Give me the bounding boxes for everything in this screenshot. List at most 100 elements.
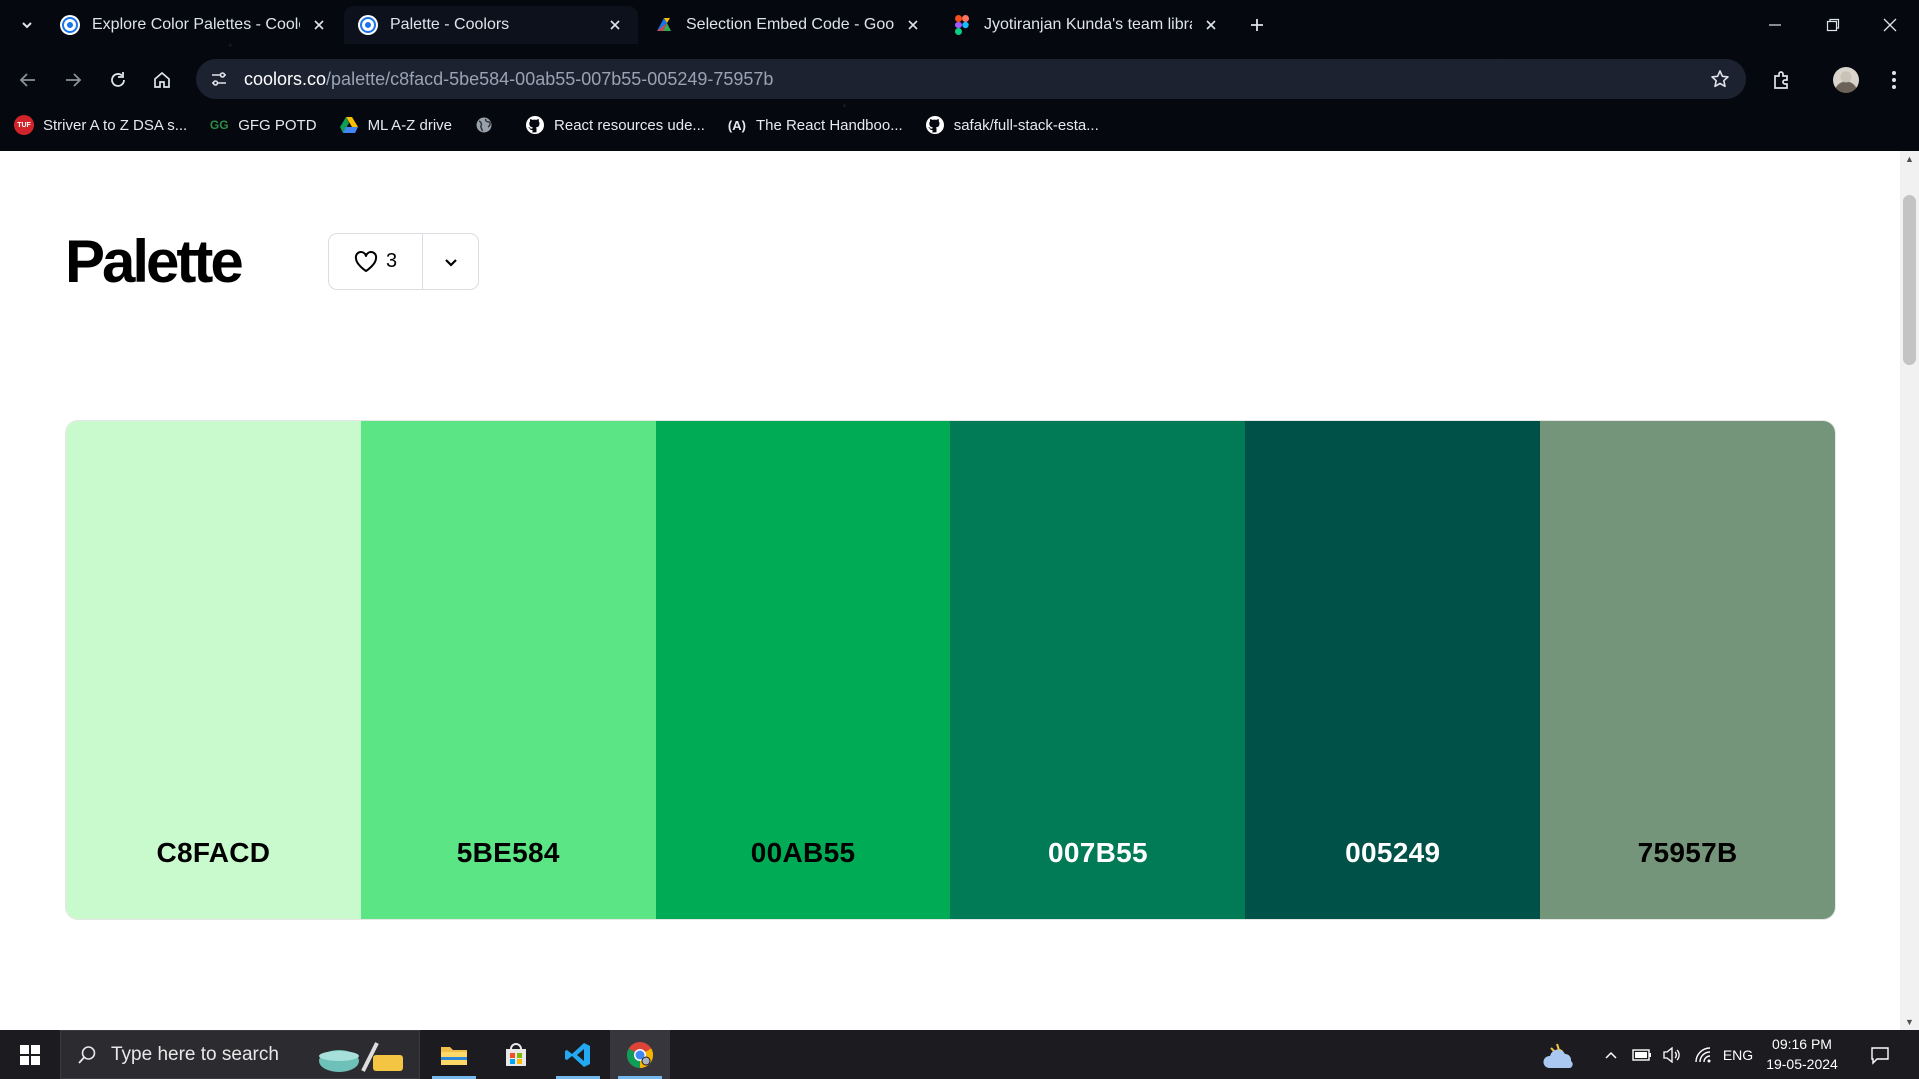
close-icon[interactable] [1202, 16, 1220, 34]
bookmark-star-icon[interactable] [1708, 67, 1732, 91]
tab-explore-palettes[interactable]: Explore Color Palettes - Coolors [46, 6, 342, 44]
swatch-hex-label[interactable]: 75957B [1540, 837, 1835, 869]
palette-actions: 3 [328, 233, 479, 290]
address-bar[interactable]: coolors.co/palette/c8facd-5be584-00ab55-… [196, 59, 1746, 99]
taskbar-search[interactable]: Type here to search [60, 1030, 420, 1079]
close-icon [1883, 18, 1897, 32]
url-path: /palette/c8facd-5be584-00ab55-007b55-005… [326, 68, 774, 89]
color-swatch[interactable]: 5BE584 [360, 421, 656, 919]
browser-chrome: Explore Color Palettes - Coolors Palette… [0, 0, 1919, 151]
back-button[interactable] [14, 66, 42, 94]
github-icon [525, 115, 545, 135]
windows-taskbar: Type here to search ENG 09:16 PM 19-05-2… [0, 1030, 1919, 1079]
swatch-hex-label[interactable]: 00AB55 [656, 837, 951, 869]
color-swatch[interactable]: 00AB55 [655, 421, 951, 919]
bookmark-react-handbook[interactable]: (A) The React Handboo... [727, 115, 903, 135]
bookmark-ml-drive[interactable]: ML A-Z drive [339, 115, 452, 135]
tab-title: Jyotiranjan Kunda's team library [984, 16, 1192, 33]
taskbar-vscode[interactable] [548, 1030, 608, 1079]
page-title: Palette [65, 228, 244, 295]
battery-status[interactable] [1628, 1030, 1656, 1079]
swatch-hex-label[interactable]: C8FACD [66, 837, 361, 869]
notification-icon [1871, 1046, 1889, 1065]
tab-strip: Explore Color Palettes - Coolors Palette… [0, 0, 1919, 50]
minimize-button[interactable] [1746, 0, 1804, 50]
figma-icon [952, 15, 972, 35]
page-content: Palette 3 C8FACD 5BE584 00AB55 007B55 005249… [0, 151, 1900, 1030]
clock-time: 09:16 PM [1772, 1036, 1832, 1052]
browser-toolbar: coolors.co/palette/c8facd-5be584-00ab55-… [0, 54, 1919, 104]
bookmark-safak-fullstack[interactable]: safak/full-stack-esta... [925, 115, 1099, 135]
folder-icon [441, 1046, 467, 1065]
bookmark-striver[interactable]: TUF Striver A to Z DSA s... [14, 115, 187, 135]
google-sites-icon [654, 15, 674, 35]
close-icon[interactable] [904, 16, 922, 34]
site-info-icon[interactable] [206, 66, 232, 92]
swatch-hex-label[interactable]: 005249 [1245, 837, 1540, 869]
bookmark-react-resources[interactable]: React resources ude... [525, 115, 705, 135]
coolors-icon [358, 15, 378, 35]
react-handbook-icon: (A) [727, 117, 746, 133]
palette-swatches: C8FACD 5BE584 00AB55 007B55 005249 75957B [65, 420, 1836, 920]
color-swatch[interactable]: C8FACD [66, 421, 361, 919]
new-tab-button[interactable] [1245, 13, 1269, 37]
windows-logo-icon [20, 1044, 40, 1065]
swatch-hex-label[interactable]: 5BE584 [361, 837, 656, 869]
swatch-hex-label[interactable]: 007B55 [950, 837, 1245, 869]
kebab-menu-icon [1892, 71, 1896, 89]
more-options-button[interactable] [423, 234, 478, 289]
gfg-icon: GG [209, 118, 229, 132]
chevron-down-icon [22, 22, 32, 29]
arrow-left-icon [19, 73, 35, 87]
input-language[interactable]: ENG [1720, 1030, 1756, 1079]
color-swatch[interactable]: 75957B [1540, 421, 1835, 919]
home-button[interactable] [148, 66, 176, 94]
minimize-icon [1769, 24, 1781, 26]
google-drive-icon [339, 115, 359, 135]
tab-title: Explore Color Palettes - Coolors [92, 16, 300, 33]
extensions-button[interactable] [1768, 66, 1796, 94]
tab-search-button[interactable] [14, 12, 40, 38]
scrollbar-thumb[interactable] [1903, 195, 1916, 365]
close-window-button[interactable] [1861, 0, 1919, 50]
like-button[interactable]: 3 [329, 234, 423, 289]
chrome-menu-button[interactable] [1880, 66, 1908, 94]
speaker-icon [1663, 1046, 1680, 1063]
store-icon [506, 1042, 526, 1066]
restore-button[interactable] [1804, 0, 1862, 50]
taskbar-microsoft-store[interactable] [486, 1030, 546, 1079]
scroll-up-arrow[interactable]: ▲ [1900, 151, 1919, 167]
bookmarks-bar: TUF Striver A to Z DSA s... GG GFG POTD … [0, 110, 1919, 140]
tab-title: Selection Embed Code - Google [686, 16, 894, 33]
weather-widget[interactable] [1535, 1030, 1585, 1079]
search-icon [77, 1045, 97, 1065]
network-status[interactable] [1690, 1030, 1718, 1079]
color-swatch[interactable]: 007B55 [950, 421, 1246, 919]
taskbar-file-explorer[interactable] [424, 1030, 484, 1079]
search-placeholder: Type here to search [111, 1043, 279, 1065]
show-hidden-icons-button[interactable] [1598, 1030, 1624, 1079]
color-swatch[interactable]: 005249 [1245, 421, 1541, 919]
restore-icon [1826, 18, 1840, 32]
notifications-button[interactable] [1862, 1030, 1898, 1079]
close-icon[interactable] [606, 16, 624, 34]
tuf-icon: TUF [14, 115, 34, 135]
forward-button[interactable] [59, 66, 87, 94]
home-icon [154, 71, 170, 88]
bookmark-gfg-potd[interactable]: GG GFG POTD [209, 115, 317, 135]
tab-palette-coolors[interactable]: Palette - Coolors [344, 6, 638, 44]
tab-selection-embed[interactable]: Selection Embed Code - Google [640, 6, 936, 44]
bookmark-globe[interactable] [474, 115, 503, 135]
page-scrollbar[interactable]: ▲ ▼ [1900, 151, 1919, 1030]
close-icon[interactable] [310, 16, 328, 34]
volume-control[interactable] [1658, 1030, 1686, 1079]
scroll-down-arrow[interactable]: ▼ [1900, 1014, 1919, 1030]
chevron-up-icon [1605, 1051, 1617, 1059]
system-clock[interactable]: 09:16 PM 19-05-2024 [1755, 1034, 1849, 1074]
tab-figma-library[interactable]: Jyotiranjan Kunda's team library [938, 6, 1234, 44]
profile-button[interactable] [1832, 66, 1860, 94]
reload-button[interactable] [104, 66, 132, 94]
puzzle-icon [1774, 71, 1788, 89]
start-button[interactable] [0, 1030, 60, 1079]
taskbar-chrome[interactable] [610, 1030, 670, 1079]
